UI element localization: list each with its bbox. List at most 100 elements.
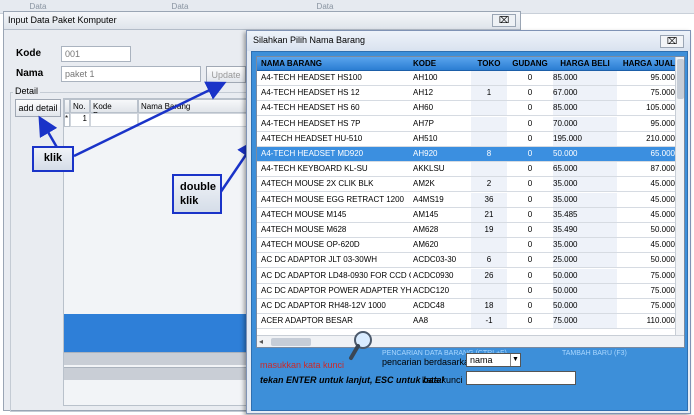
- cell-nama[interactable]: AC DC ADAPTOR RH48-12V 1000: [261, 299, 411, 313]
- table-row[interactable]: A4TECH MOUSE EGG RETRACT 1200 A4MS19 36 0 35…: [257, 192, 675, 208]
- cell-gudang[interactable]: 0: [509, 117, 551, 131]
- table-row[interactable]: ACER ADAPTOR BESAR AA8 -1 0 75.000 110.000: [257, 314, 675, 330]
- cell-toko[interactable]: 6: [471, 253, 507, 268]
- table-row[interactable]: A4TECH MOUSE 2X CLIK BLK AM2K 2 0 35.000 45.0…: [257, 177, 675, 193]
- table-row[interactable]: AC DC ADAPTOR LD48-0930 FOR CCD CAMERAAC…: [257, 268, 675, 284]
- cell-beli[interactable]: 25.000: [553, 253, 617, 268]
- cell-nama[interactable]: A4-TECH HEADSET HS 7P: [261, 117, 411, 131]
- cell-kode[interactable]: AM145: [413, 208, 469, 222]
- cell-beli[interactable]: 50.000: [553, 147, 617, 161]
- table-row[interactable]: AC DC ADAPTOR POWER ADAPTER YHD-0600800V…: [257, 283, 675, 299]
- cell-gudang[interactable]: 0: [509, 299, 551, 313]
- cell-beli[interactable]: 35.000: [553, 238, 617, 253]
- cell-toko[interactable]: [471, 71, 507, 85]
- header-harga-jual[interactable]: HARGA JUAL: [619, 57, 675, 71]
- table-row[interactable]: A4TECH MOUSE OP-620D AM620 0 35.000 45.000: [257, 238, 675, 254]
- cell-toko[interactable]: 2: [471, 177, 507, 192]
- cell-gudang[interactable]: 0: [509, 132, 551, 146]
- scroll-thumb[interactable]: [677, 59, 684, 99]
- search-by-select[interactable]: nama ▼: [466, 353, 521, 367]
- cell-jual[interactable]: 45.000: [619, 193, 675, 207]
- cell-kode[interactable]: AH920: [413, 147, 469, 161]
- cell-nama[interactable]: AC DC ADAPTOR JLT 03-30WH: [261, 253, 411, 267]
- cell-nama[interactable]: A4-TECH KEYBOARD KL-SU: [261, 162, 411, 176]
- cell-beli[interactable]: 85.000: [553, 71, 617, 85]
- cell-kode[interactable]: ACDC48: [413, 299, 469, 313]
- cell-jual[interactable]: 87.000: [619, 162, 675, 176]
- cell-toko[interactable]: 26: [471, 268, 507, 283]
- table-row[interactable]: AC DC ADAPTOR RH48-12V 1000 ACDC48 18 0 50.0…: [257, 299, 675, 314]
- cell-toko[interactable]: -1: [471, 314, 507, 329]
- hscroll-thumb[interactable]: [271, 338, 311, 346]
- cell-toko[interactable]: [471, 238, 507, 253]
- cell-jual[interactable]: 75.000: [619, 284, 675, 298]
- cell-toko[interactable]: [471, 283, 507, 298]
- cell-jual[interactable]: 110.000: [619, 314, 675, 328]
- cell-gudang[interactable]: 0: [509, 71, 551, 85]
- header-gudang[interactable]: GUDANG: [509, 57, 551, 71]
- cell-kode[interactable]: AH510: [413, 132, 469, 146]
- cell-beli[interactable]: 75.000: [553, 314, 617, 329]
- cell-jual[interactable]: 45.000: [619, 238, 675, 252]
- cell-beli[interactable]: 35.490: [553, 223, 617, 237]
- cell-nama[interactable]: A4TECH MOUSE EGG RETRACT 1200: [261, 193, 411, 207]
- table-row[interactable]: AC DC ADAPTOR JLT 03-30WH ACDC03-30 6 0 25.0…: [257, 253, 675, 269]
- cell-toko[interactable]: [471, 131, 507, 146]
- table-row[interactable]: A4-TECH HEADSET MD920 AH920 8 0 50.000 65.000: [257, 147, 675, 162]
- cell-beli[interactable]: 67.000: [553, 86, 617, 101]
- cell-nama[interactable]: A4-TECH HEADSET HS 60: [261, 101, 411, 115]
- dialog-close-button[interactable]: ⌧: [660, 35, 684, 48]
- cell-kode[interactable]: AM2K: [413, 177, 469, 191]
- vertical-scrollbar[interactable]: [675, 57, 684, 335]
- cell-gudang[interactable]: 0: [509, 101, 551, 115]
- cell-nama[interactable]: A4TECH HEADSET HU-510: [261, 132, 411, 146]
- cell-jual[interactable]: 95.000: [619, 71, 675, 85]
- cell-jual[interactable]: 75.000: [619, 269, 675, 283]
- cell-kode[interactable]: ACDC120: [413, 284, 469, 298]
- table-row[interactable]: A4-TECH HEADSET HS100 AH100 0 85.000 95.000: [257, 71, 675, 86]
- cell-beli[interactable]: 50.000: [553, 283, 617, 298]
- cell-nama[interactable]: A4-TECH HEADSET MD920: [261, 147, 411, 161]
- cell-nama[interactable]: A4-TECH HEADSET HS 12: [261, 86, 411, 100]
- cell-toko[interactable]: 18: [471, 299, 507, 313]
- table-row[interactable]: A4TECH MOUSE M145 AM145 21 0 35.485 45.000: [257, 207, 675, 223]
- cell-toko[interactable]: 21: [471, 207, 507, 222]
- cell-kode[interactable]: AKKLSU: [413, 162, 469, 176]
- header-kode[interactable]: KODE: [413, 57, 469, 71]
- cell-jual[interactable]: 65.000: [619, 147, 675, 161]
- cell-kode[interactable]: ACDC03-30: [413, 253, 469, 267]
- scroll-left-icon[interactable]: ◂: [259, 337, 263, 346]
- cell-gudang[interactable]: 0: [509, 162, 551, 176]
- cell-beli[interactable]: 85.000: [553, 101, 617, 116]
- cell-jual[interactable]: 50.000: [619, 253, 675, 267]
- cell-jual[interactable]: 50.000: [619, 223, 675, 237]
- table-row[interactable]: A4TECH HEADSET HU-510 AH510 0 195.000 210.00…: [257, 131, 675, 147]
- cell-jual[interactable]: 75.000: [619, 86, 675, 100]
- cell-beli[interactable]: 35.000: [553, 177, 617, 192]
- cell-gudang[interactable]: 0: [509, 147, 551, 161]
- cell-gudang[interactable]: 0: [509, 177, 551, 191]
- cell-beli[interactable]: 50.000: [553, 299, 617, 313]
- cell-jual[interactable]: 105.000: [619, 101, 675, 115]
- cell-beli[interactable]: 70.000: [553, 116, 617, 131]
- cell-gudang[interactable]: 0: [509, 193, 551, 207]
- cell-beli[interactable]: 35.000: [553, 192, 617, 207]
- cell-beli[interactable]: 195.000: [553, 131, 617, 146]
- cell-kode[interactable]: AH100: [413, 71, 469, 85]
- table-row[interactable]: A4-TECH HEADSET HS 60 AH60 0 85.000 105.000: [257, 101, 675, 117]
- keyword-input[interactable]: [466, 371, 576, 385]
- cell-nama[interactable]: ACER ADAPTOR BESAR: [261, 314, 411, 328]
- cell-toko[interactable]: [471, 162, 507, 177]
- header-harga-beli[interactable]: HARGA BELI: [553, 57, 617, 71]
- cell-kode[interactable]: AM620: [413, 238, 469, 252]
- barang-table[interactable]: NAMA BARANG KODE TOKO GUDANG HARGA BELI …: [256, 56, 685, 348]
- cell-gudang[interactable]: 0: [509, 86, 551, 100]
- cell-kode[interactable]: AH12: [413, 86, 469, 100]
- cell-toko[interactable]: [471, 101, 507, 116]
- cell-kode[interactable]: A4MS19: [413, 193, 469, 207]
- cell-gudang[interactable]: 0: [509, 238, 551, 252]
- table-row[interactable]: A4-TECH KEYBOARD KL-SU AKKLSU 0 65.000 87.00…: [257, 162, 675, 178]
- cell-nama[interactable]: A4TECH MOUSE M628: [261, 223, 411, 237]
- chevron-down-icon[interactable]: ▼: [510, 354, 520, 366]
- cell-kode[interactable]: AH60: [413, 101, 469, 115]
